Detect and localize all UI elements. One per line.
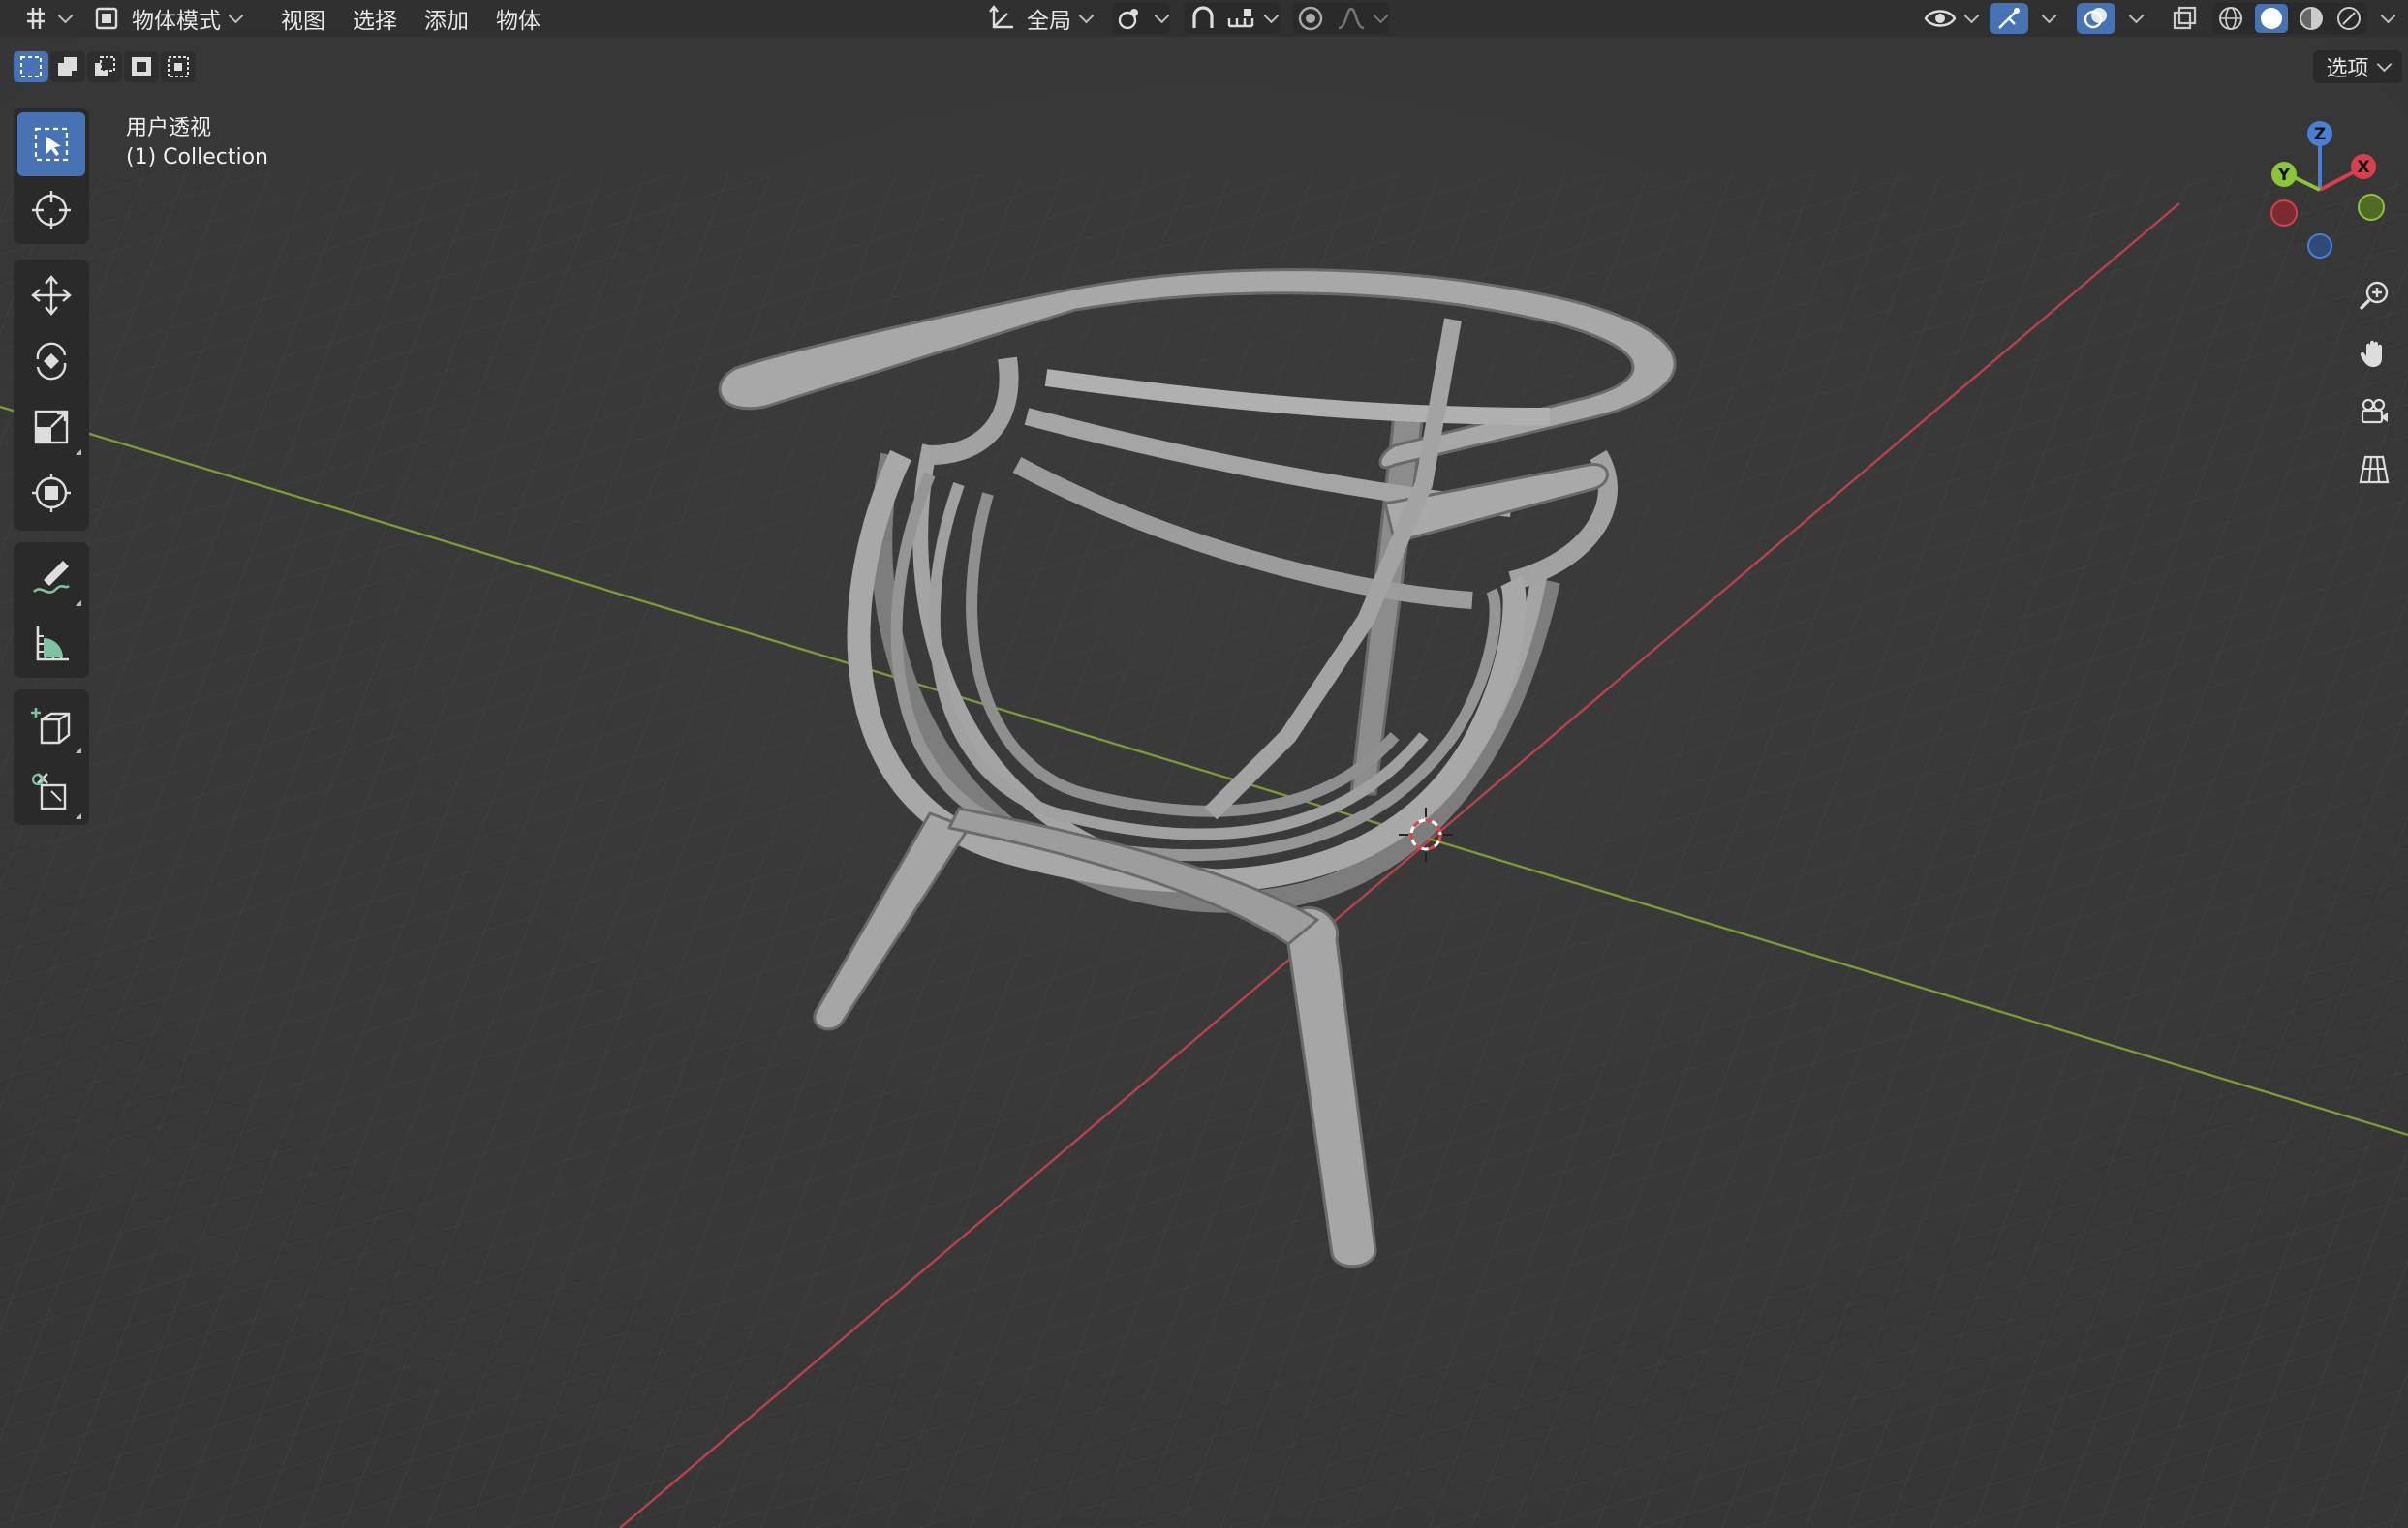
zoom-button[interactable] [2350,271,2398,320]
material-shading-icon[interactable] [2298,5,2325,32]
overlays-toggle[interactable] [2077,3,2115,34]
mode-selector[interactable]: 物体模式 [93,0,244,37]
rendered-shading-icon[interactable] [2335,5,2362,32]
menu-object[interactable]: 物体 [496,0,540,37]
add-cube-icon [31,708,71,745]
move-tool[interactable] [17,263,85,327]
select-extend-icon [58,57,77,76]
options-dropdown[interactable]: 选项 [2313,50,2402,83]
cursor-tool[interactable] [17,178,85,242]
gizmo-icon [1998,8,2020,29]
pan-button[interactable] [2350,329,2398,378]
rotate-icon [36,342,67,381]
tool-group-annotate [14,542,89,678]
measure-tool[interactable] [17,612,85,676]
gizmo-dropdown[interactable] [2034,0,2057,37]
menu-add[interactable]: 添加 [424,0,469,37]
proportional-editing-toggle[interactable] [1292,3,1389,34]
gizmo-neg-y[interactable] [2358,194,2385,221]
menu-select[interactable]: 选择 [353,0,397,37]
solid-shading-icon [2260,8,2282,29]
options-label: 选项 [2326,57,2369,81]
hand-icon [2360,340,2382,367]
transform-icon [32,474,71,512]
transform-tool[interactable] [17,461,85,525]
add-object-icon [31,773,67,810]
xray-icon [2173,6,2197,30]
scale-icon [34,410,69,444]
select-box-icon [34,127,69,162]
snap-toggle[interactable] [1184,3,1281,34]
xray-toggle[interactable] [2166,3,2203,34]
viewport-header: 物体模式 视图 选择 添加 物体 全局 [0,0,2408,37]
select-box-tool[interactable] [17,112,85,176]
move-icon [31,275,72,316]
transform-orientation-selector[interactable]: 全局 [988,0,1095,37]
orientation-axes-icon [989,5,1013,29]
overlays-icon [2084,8,2107,29]
gizmo-x-label: X [2357,158,2369,177]
3d-viewport[interactable] [0,0,2408,1528]
zoom-icon [2359,281,2389,311]
pivot-point-button[interactable] [1112,3,1170,34]
mode-label: 物体模式 [132,9,221,34]
gizmo-neg-x[interactable] [2270,199,2298,227]
perspective-toggle-button[interactable] [2350,445,2398,494]
camera-view-button[interactable] [2350,387,2398,436]
annotate-icon [33,561,70,594]
measure-icon [36,626,69,661]
select-new-button[interactable] [14,51,48,82]
gizmo-z-label: Z [2314,125,2326,144]
wireframe-shading-icon[interactable] [2217,5,2244,32]
select-intersect-icon [168,56,189,77]
cursor-icon [32,191,71,229]
select-intersect-button[interactable] [161,51,196,82]
gizmo-toggle[interactable] [1990,3,2028,34]
editor-type-button[interactable] [23,0,74,37]
tool-group-select [14,108,89,244]
tool-group-transform [14,260,89,531]
menu-view[interactable]: 视图 [281,0,325,37]
add-object-tool[interactable] [17,759,85,823]
select-extend-button[interactable] [50,51,85,82]
overlays-dropdown[interactable] [2121,0,2145,37]
view-name-label: 用户透视 [126,116,212,140]
select-subtract-icon [95,56,115,76]
camera-icon [2361,398,2388,424]
eye-icon [1924,10,1957,27]
object-mode-icon [95,7,118,30]
orientation-label: 全局 [1027,9,1071,34]
add-cube-tool[interactable] [17,693,85,757]
gizmo-y-label: Y [2277,166,2291,185]
pivot-point-icon [1118,9,1138,30]
shading-dropdown[interactable] [2373,0,2396,37]
select-invert-icon [132,57,151,76]
editor-type-icon [27,8,45,29]
falloff-curve-icon [1338,7,1364,30]
gizmo-neg-z[interactable] [2307,233,2332,259]
tool-group-add [14,689,89,825]
select-invert-button[interactable] [124,51,159,82]
navigation-gizmo[interactable]: Z X Y [2247,114,2402,269]
magnet-icon [1191,6,1214,28]
rotate-tool[interactable] [17,329,85,393]
snap-increment-icon [1227,9,1253,28]
visibility-selector[interactable] [1924,0,1980,37]
shading-modes[interactable] [2212,3,2367,34]
select-new-icon [20,56,42,77]
select-subtract-button[interactable] [87,51,122,82]
grid-perspective-icon [2359,455,2390,484]
annotate-tool[interactable] [17,546,85,610]
proportional-editing-icon [1298,6,1322,31]
scale-tool[interactable] [17,395,85,459]
solid-shading-button[interactable] [2254,4,2288,33]
collection-label: (1) Collection [126,145,268,169]
